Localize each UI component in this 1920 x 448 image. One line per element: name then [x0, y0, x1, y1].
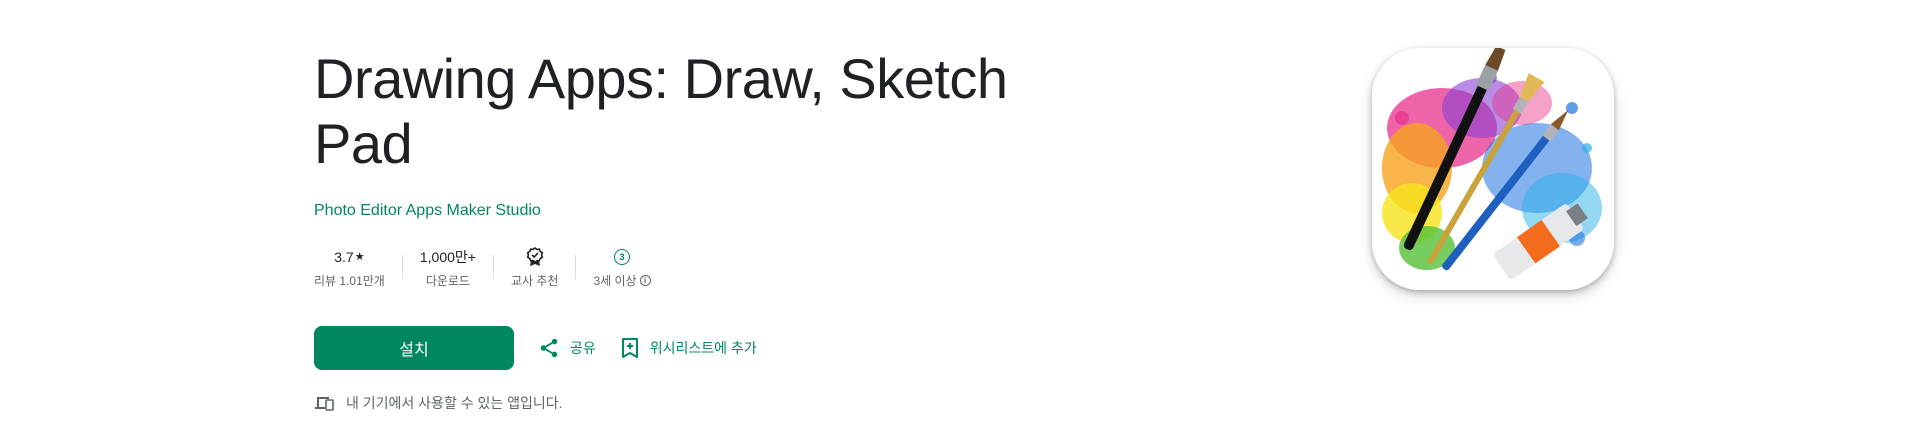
age-rating-badge: 3 [614, 248, 631, 265]
age-rating-label: 3세 이상 [593, 273, 637, 288]
teacher-approved-badge-icon [526, 246, 543, 266]
app-header: Drawing Apps: Draw, Sketch Pad Photo Edi… [314, 46, 1074, 220]
developer-link[interactable]: Photo Editor Apps Maker Studio [314, 202, 541, 220]
wishlist-button[interactable]: 위시리스트에 추가 [608, 328, 769, 368]
paint-brushes-splash-icon [1372, 48, 1614, 290]
device-note-text: 내 기기에서 사용할 수 있는 앱입니다. [346, 395, 563, 411]
action-bar: 설치 공유 위시리스트에 추가 [314, 326, 769, 370]
wishlist-label: 위시리스트에 추가 [649, 340, 757, 356]
rating-value: 3.7 [334, 248, 354, 265]
bookmark-add-icon [621, 338, 638, 358]
app-icon [1372, 48, 1614, 290]
teacher-approved-label: 교사 추천 [510, 273, 559, 288]
share-label: 공유 [570, 340, 596, 356]
star-icon: ★ [354, 251, 365, 263]
app-title: Drawing Apps: Draw, Sketch Pad [314, 47, 1008, 175]
device-availability-note: 내 기기에서 사용할 수 있는 앱입니다. [314, 393, 563, 413]
install-button[interactable]: 설치 [314, 326, 514, 370]
downloads-value: 1,000만+ [419, 248, 476, 265]
info-icon[interactable]: i [639, 274, 651, 286]
downloads-stat: 1,000만+ 다운로드 [403, 246, 493, 289]
rating-stat[interactable]: 3.7 ★ 리뷰 1.01만개 [314, 246, 402, 289]
review-count: 리뷰 1.01만개 [314, 273, 385, 288]
teacher-approved-stat[interactable]: 교사 추천 [494, 246, 576, 289]
age-rating-stat[interactable]: 3 3세 이상 i [576, 246, 667, 289]
share-icon [540, 338, 558, 358]
downloads-label: 다운로드 [425, 273, 470, 288]
share-button[interactable]: 공유 [526, 328, 608, 368]
app-stats: 3.7 ★ 리뷰 1.01만개 1,000만+ 다운로드 교사 추천 3 3세 … [314, 245, 668, 289]
devices-icon [315, 397, 334, 411]
